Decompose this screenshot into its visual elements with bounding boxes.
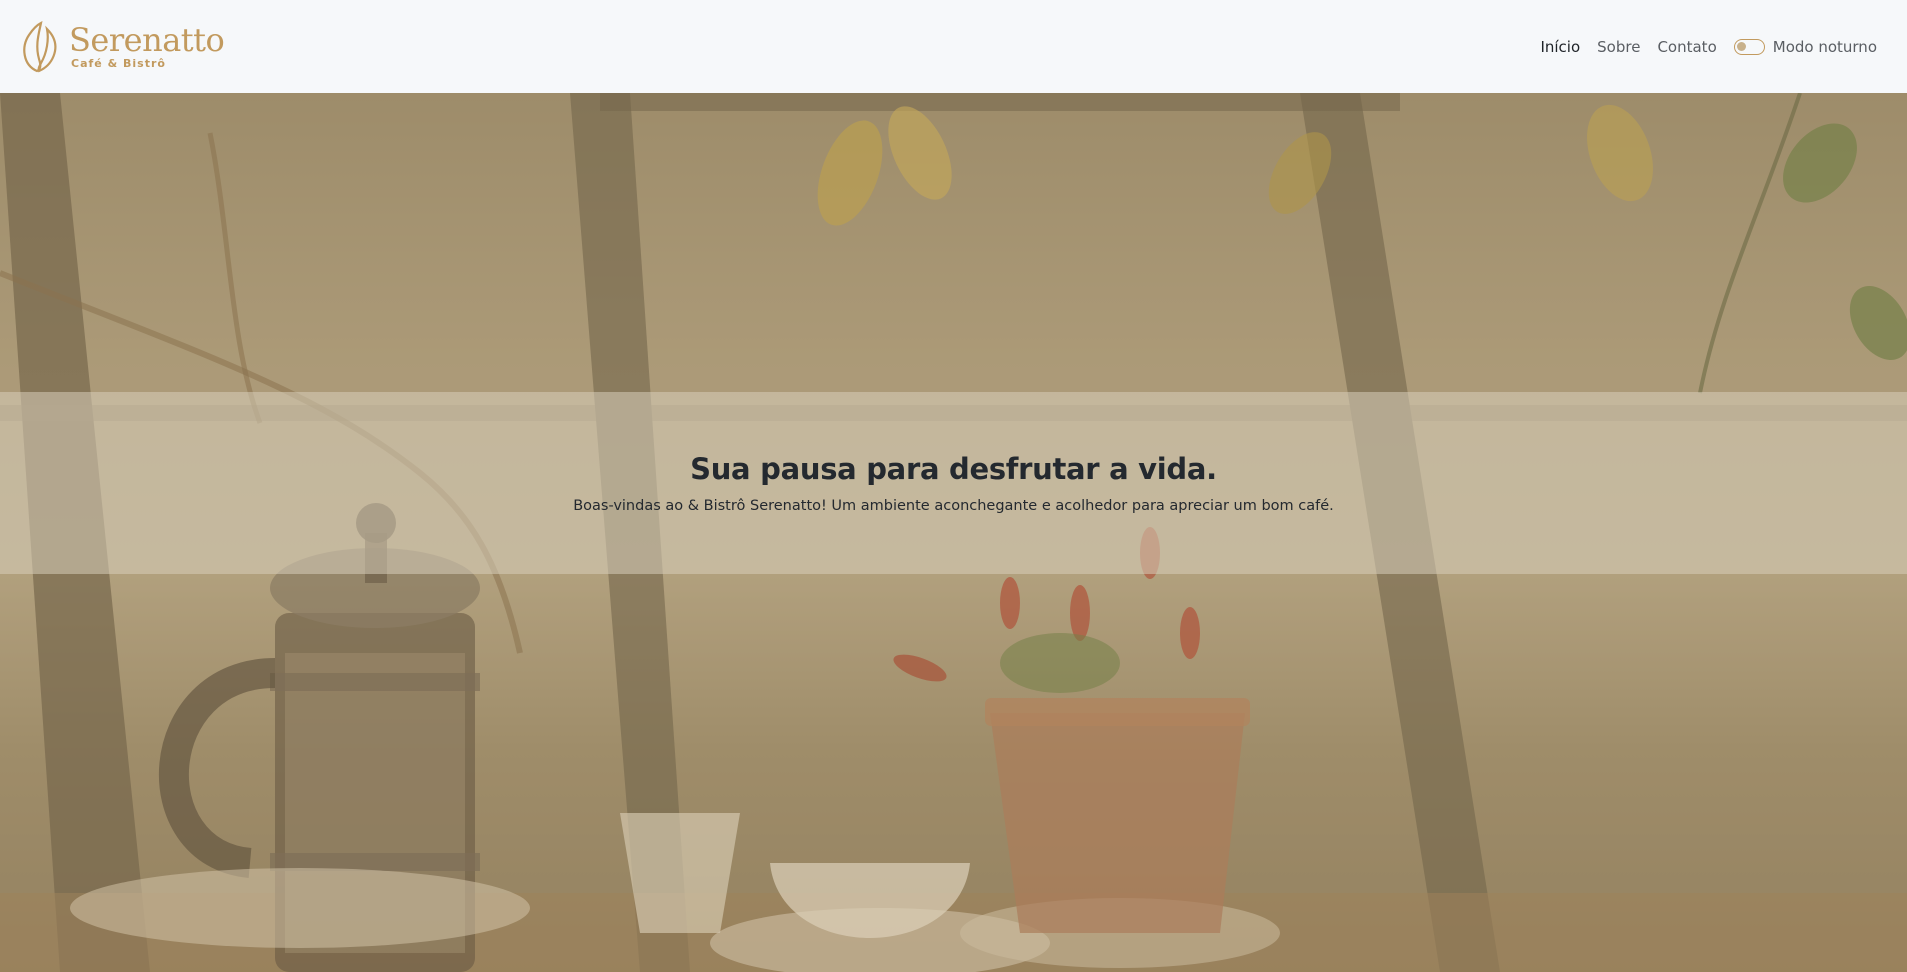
toggle-switch[interactable] — [1733, 38, 1765, 55]
hero-section: Sua pausa para desfrutar a vida. Boas-vi… — [0, 93, 1907, 972]
brand-subtitle: Café & Bistrô — [71, 57, 166, 70]
site-header: Serenatto Café & Bistrô Início Sobre Con… — [0, 0, 1907, 93]
hero-subtitle: Boas-vindas ao & Bistrô Serenatto! Um am… — [573, 498, 1334, 514]
hero-title: Sua pausa para desfrutar a vida. — [690, 452, 1217, 486]
night-mode-label: Modo noturno — [1772, 37, 1877, 56]
nav-link-inicio[interactable]: Início — [1540, 38, 1580, 56]
night-mode-toggle[interactable]: Modo noturno — [1733, 37, 1877, 56]
brand-name: Serenatto — [69, 21, 225, 59]
coffee-bean-leaf-icon — [23, 20, 57, 72]
toggle-knob — [1736, 41, 1746, 51]
nav-link-sobre[interactable]: Sobre — [1597, 38, 1640, 56]
nav-link-contato[interactable]: Contato — [1657, 38, 1716, 56]
main-nav: Início Sobre Contato Modo noturno — [1540, 38, 1877, 56]
hero-banner: Sua pausa para desfrutar a vida. Boas-vi… — [0, 392, 1907, 574]
brand-logo[interactable]: Serenatto Café & Bistrô — [19, 19, 225, 75]
